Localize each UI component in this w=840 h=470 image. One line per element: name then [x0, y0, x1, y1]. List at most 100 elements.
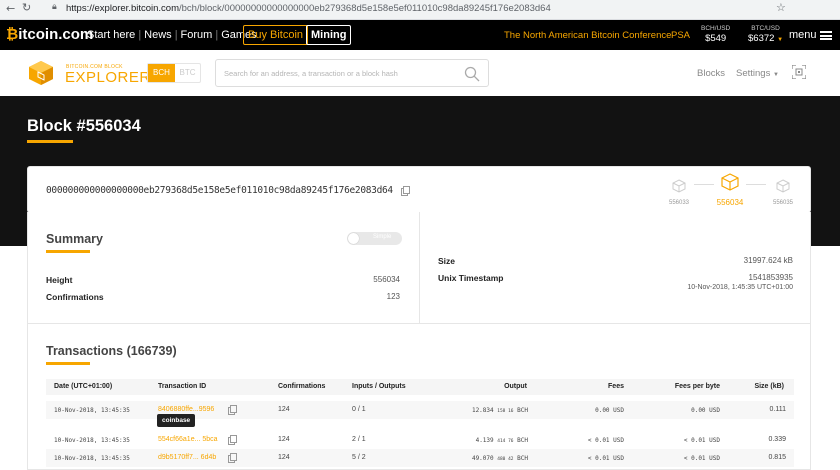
size-value: 31997.624 kB — [743, 256, 793, 265]
mining-button[interactable]: Mining — [306, 25, 352, 45]
toggle-knob — [348, 233, 359, 244]
chain-btc-button[interactable]: BTC — [175, 64, 200, 82]
main-nav-links: Start here | News | Forum | Games — [87, 29, 257, 41]
nav-link-news[interactable]: News — [144, 29, 172, 41]
title-underline — [27, 140, 73, 143]
explorer-header: BITCOIN.COM BLOCK EXPLORER BCH BTC Block… — [0, 50, 840, 96]
timestamp-label: Unix Timestamp — [438, 273, 504, 283]
bitcoin-com-logo[interactable]: ₿itcoin.com — [6, 26, 93, 43]
chain-switcher: BCH BTC — [147, 63, 201, 83]
tx-id-link[interactable]: 554cf66a1e... 5bca — [158, 436, 218, 443]
block-nav-connector — [694, 184, 714, 185]
bch-price[interactable]: BCH/USD $549 — [701, 25, 730, 44]
block-nav-connector — [746, 184, 766, 185]
block-hash: 000000000000000000eb279368d5e158e5ef0110… — [46, 185, 393, 196]
col-size: Size (kB) — [754, 383, 784, 390]
tx-output-unit: BCH — [517, 455, 528, 462]
table-row: 10-Nov-2018, 13:45:35 554cf66a1e... 5bca… — [46, 431, 794, 449]
tx-confirmations: 124 — [278, 436, 290, 443]
psa-link[interactable]: PSA — [671, 30, 690, 41]
tx-size: 0.339 — [768, 436, 786, 443]
bookmark-star-icon[interactable]: ☆ — [776, 1, 786, 14]
coinbase-badge: coinbase — [157, 414, 196, 427]
btc-price[interactable]: BTC/USD $6372 ▼ — [748, 25, 783, 44]
nav-link-forum[interactable]: Forum — [181, 29, 213, 41]
copy-icon[interactable] — [228, 405, 237, 415]
btc-price-label: BTC/USD — [751, 25, 780, 32]
explorer-cube-logo-icon[interactable] — [28, 60, 54, 86]
col-date: Date (UTC+01:00) — [54, 383, 113, 390]
copy-icon[interactable] — [401, 186, 410, 196]
hamburger-menu-icon[interactable] — [820, 31, 832, 40]
copy-icon[interactable] — [228, 435, 237, 445]
tx-date: 10-Nov-2018, 13:45:35 — [54, 437, 130, 444]
tx-fees: 0.00 USD — [595, 407, 624, 414]
prev-block-number: 556033 — [668, 200, 690, 206]
summary-card: Summary Simple Height 556034 Confirmatio… — [27, 212, 811, 324]
site-topnav: ₿itcoin.com Start here | News | Forum | Games … — [0, 20, 840, 50]
height-label: Height — [46, 275, 73, 285]
settings-dropdown[interactable]: Settings ▼ — [736, 68, 779, 79]
tx-output-main: 4.139 — [475, 437, 494, 444]
simple-view-toggle[interactable]: Simple — [347, 232, 402, 245]
cube-icon — [776, 179, 790, 193]
conference-link[interactable]: The North American Bitcoin Conference — [504, 30, 671, 41]
menu-label[interactable]: menu — [789, 29, 817, 41]
timestamp-date: 10-Nov-2018, 1:45:35 UTC+01:00 — [687, 284, 793, 291]
bch-price-label: BCH/USD — [701, 25, 731, 32]
address-bar[interactable]: https://explorer.bitcoin.com/bch/block/0… — [66, 3, 551, 14]
tx-fees-per-byte: < 0.01 USD — [683, 437, 720, 444]
col-output: Output — [504, 383, 527, 390]
transactions-card: Transactions (166739) Date (UTC+01:00) T… — [27, 323, 811, 470]
transactions-title: Transactions (166739) — [46, 344, 177, 358]
timestamp-value: 1541853935 — [748, 273, 794, 282]
tx-output-unit: BCH — [517, 437, 528, 444]
col-confirmations: Confirmations — [278, 383, 326, 390]
page-title: Block #556034 — [27, 117, 141, 135]
next-block-link[interactable]: 556035 — [768, 179, 798, 206]
tx-output-small: 414 76 — [497, 439, 514, 444]
summary-title-underline — [46, 250, 90, 253]
tx-size: 0.815 — [768, 454, 786, 461]
table-row: 10-Nov-2018, 13:45:35 d9b5170ff7... 6d4b… — [46, 449, 794, 467]
browser-toolbar: ← ↻ 🔒︎ https://explorer.bitcoin.com/bch/… — [0, 0, 840, 20]
buy-bitcoin-button[interactable]: Buy Bitcoin — [243, 25, 309, 45]
search-icon[interactable] — [464, 66, 480, 82]
nav-link-start-here[interactable]: Start here — [87, 29, 135, 41]
tx-output-small: 480 42 — [497, 457, 514, 462]
qr-scan-icon[interactable] — [792, 65, 806, 79]
confirmations-label: Confirmations — [46, 292, 104, 302]
cube-icon — [721, 173, 739, 191]
blocks-link[interactable]: Blocks — [697, 68, 725, 79]
search-input[interactable] — [224, 66, 454, 80]
tx-id-link[interactable]: d9b5170ff7... 6d4b — [158, 454, 216, 461]
copy-icon[interactable] — [228, 453, 237, 463]
chain-bch-button[interactable]: BCH — [148, 64, 175, 82]
col-transaction-id: Transaction ID — [158, 383, 207, 390]
col-fees-per-byte: Fees per byte — [674, 383, 720, 390]
confirmations-value: 123 — [386, 292, 400, 301]
tx-id-link[interactable]: 8406880ffe...9596 — [158, 406, 214, 413]
tx-confirmations: 124 — [278, 454, 290, 461]
next-block-number: 556035 — [772, 200, 794, 206]
current-block-number: 556034 — [716, 198, 744, 207]
tx-output-main: 12.834 — [471, 407, 494, 414]
tx-fees-per-byte: < 0.01 USD — [683, 455, 720, 462]
tx-size: 0.111 — [769, 406, 786, 413]
transactions-title-underline — [46, 362, 90, 365]
reload-icon[interactable]: ↻ — [22, 1, 31, 14]
col-fees: Fees — [608, 383, 624, 390]
tx-fees: < 0.01 USD — [587, 437, 624, 444]
col-inputs-outputs: Inputs / Outputs — [352, 383, 406, 390]
back-arrow-icon[interactable]: ← — [6, 2, 15, 15]
search-box — [215, 59, 489, 87]
prev-block-link[interactable]: 556033 — [664, 179, 694, 206]
bitcoin-symbol-icon: ₿ — [6, 26, 19, 43]
explorer-logo-title: EXPLORER — [65, 69, 151, 86]
logo-text: itcoin.com — [18, 26, 94, 43]
bch-price-value: $549 — [705, 33, 727, 44]
tx-inputs-outputs: 2 / 1 — [352, 436, 366, 443]
tx-output-small: 158 16 — [497, 409, 514, 414]
tx-date: 10-Nov-2018, 13:45:35 — [54, 407, 130, 414]
lock-icon: 🔒︎ — [52, 2, 57, 12]
